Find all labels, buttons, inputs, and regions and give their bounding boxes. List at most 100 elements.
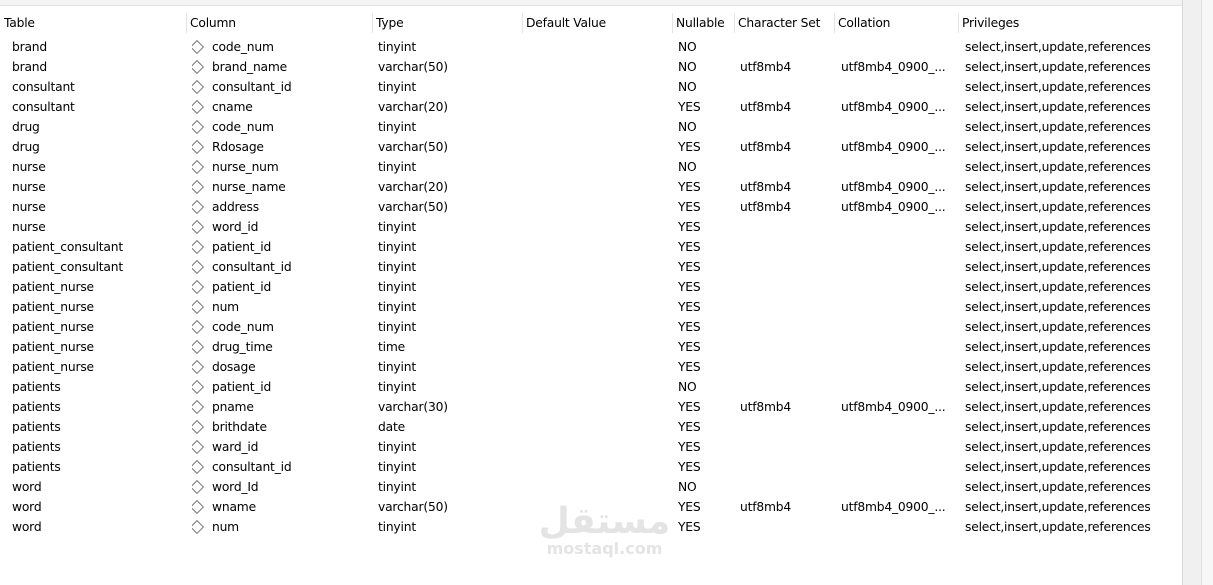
cell-character-set[interactable] <box>740 437 832 457</box>
cell-type[interactable]: varchar(20) <box>378 177 520 197</box>
cell-table[interactable]: consultant <box>12 97 184 117</box>
cell-column[interactable]: word_id <box>192 217 370 237</box>
cell-collation[interactable]: utf8mb4_0900_... <box>841 97 956 117</box>
cell-column[interactable]: consultant_id <box>192 457 370 477</box>
table-row[interactable]: nurse address varchar(50) YES utf8mb4 utf8mb4… <box>0 197 1182 217</box>
cell-type[interactable]: tinyint <box>378 37 520 57</box>
cell-default-value[interactable] <box>528 357 670 377</box>
table-row[interactable]: drug code_num tinyint NO select,insert,updat… <box>0 117 1182 137</box>
cell-table[interactable]: patient_nurse <box>12 357 184 377</box>
cell-collation[interactable] <box>841 257 956 277</box>
cell-column[interactable]: brand_name <box>192 57 370 77</box>
cell-collation[interactable]: utf8mb4_0900_... <box>841 497 956 517</box>
cell-table[interactable]: nurse <box>12 197 184 217</box>
cell-default-value[interactable] <box>528 437 670 457</box>
cell-privileges[interactable]: select,insert,update,references <box>965 317 1180 337</box>
cell-nullable[interactable]: NO <box>678 377 732 397</box>
cell-nullable[interactable]: YES <box>678 137 732 157</box>
cell-character-set[interactable] <box>740 117 832 137</box>
cell-collation[interactable] <box>841 117 956 137</box>
cell-collation[interactable] <box>841 477 956 497</box>
cell-table[interactable]: patients <box>12 377 184 397</box>
cell-table[interactable]: patient_nurse <box>12 337 184 357</box>
cell-nullable[interactable]: YES <box>678 217 732 237</box>
cell-collation[interactable]: utf8mb4_0900_... <box>841 57 956 77</box>
cell-character-set[interactable] <box>740 377 832 397</box>
cell-collation[interactable] <box>841 417 956 437</box>
cell-nullable[interactable]: YES <box>678 417 732 437</box>
cell-table[interactable]: nurse <box>12 217 184 237</box>
cell-default-value[interactable] <box>528 337 670 357</box>
cell-default-value[interactable] <box>528 297 670 317</box>
cell-default-value[interactable] <box>528 117 670 137</box>
table-row[interactable]: patients brithdate date YES select,insert,up… <box>0 417 1182 437</box>
cell-default-value[interactable] <box>528 137 670 157</box>
cell-type[interactable]: tinyint <box>378 257 520 277</box>
cell-collation[interactable] <box>841 277 956 297</box>
cell-privileges[interactable]: select,insert,update,references <box>965 397 1180 417</box>
cell-table[interactable]: nurse <box>12 177 184 197</box>
cell-default-value[interactable] <box>528 497 670 517</box>
cell-default-value[interactable] <box>528 217 670 237</box>
cell-table[interactable]: word <box>12 477 184 497</box>
cell-column[interactable]: patient_id <box>192 277 370 297</box>
table-row[interactable]: patient_consultant patient_id tinyint YES se… <box>0 237 1182 257</box>
cell-table[interactable]: patients <box>12 397 184 417</box>
cell-table[interactable]: nurse <box>12 157 184 177</box>
header-character-set[interactable]: Character Set <box>734 13 834 33</box>
cell-character-set[interactable] <box>740 337 832 357</box>
cell-collation[interactable]: utf8mb4_0900_... <box>841 197 956 217</box>
cell-character-set[interactable] <box>740 417 832 437</box>
cell-default-value[interactable] <box>528 457 670 477</box>
cell-table[interactable]: patient_consultant <box>12 237 184 257</box>
cell-table[interactable]: patient_nurse <box>12 297 184 317</box>
cell-type[interactable]: tinyint <box>378 217 520 237</box>
cell-character-set[interactable] <box>740 157 832 177</box>
header-privileges[interactable]: Privileges <box>958 13 1168 33</box>
table-row[interactable]: brand brand_name varchar(50) NO utf8mb4 utf8m… <box>0 57 1182 77</box>
cell-privileges[interactable]: select,insert,update,references <box>965 57 1180 77</box>
header-nullable[interactable]: Nullable <box>672 13 734 33</box>
cell-privileges[interactable]: select,insert,update,references <box>965 477 1180 497</box>
cell-collation[interactable] <box>841 517 956 537</box>
table-row[interactable]: consultant cname varchar(20) YES utf8mb4 utf8… <box>0 97 1182 117</box>
cell-privileges[interactable]: select,insert,update,references <box>965 257 1180 277</box>
cell-type[interactable]: varchar(50) <box>378 197 520 217</box>
cell-nullable[interactable]: YES <box>678 197 732 217</box>
cell-type[interactable]: tinyint <box>378 357 520 377</box>
cell-nullable[interactable]: YES <box>678 317 732 337</box>
cell-table[interactable]: patient_consultant <box>12 257 184 277</box>
cell-collation[interactable] <box>841 377 956 397</box>
cell-column[interactable]: wname <box>192 497 370 517</box>
cell-nullable[interactable]: YES <box>678 517 732 537</box>
cell-default-value[interactable] <box>528 517 670 537</box>
cell-table[interactable]: patients <box>12 437 184 457</box>
cell-nullable[interactable]: YES <box>678 257 732 277</box>
cell-column[interactable]: brithdate <box>192 417 370 437</box>
cell-nullable[interactable]: YES <box>678 337 732 357</box>
cell-table[interactable]: brand <box>12 37 184 57</box>
cell-privileges[interactable]: select,insert,update,references <box>965 237 1180 257</box>
table-row[interactable]: nurse word_id tinyint YES select,insert,upda… <box>0 217 1182 237</box>
cell-type[interactable]: varchar(50) <box>378 137 520 157</box>
cell-table[interactable]: patient_nurse <box>12 277 184 297</box>
cell-table[interactable]: patients <box>12 457 184 477</box>
cell-character-set[interactable] <box>740 517 832 537</box>
cell-type[interactable]: time <box>378 337 520 357</box>
cell-column[interactable]: pname <box>192 397 370 417</box>
table-row[interactable]: patient_consultant consultant_id tinyint YE… <box>0 257 1182 277</box>
cell-privileges[interactable]: select,insert,update,references <box>965 157 1180 177</box>
cell-column[interactable]: nurse_name <box>192 177 370 197</box>
cell-nullable[interactable]: YES <box>678 97 732 117</box>
table-row[interactable]: word word_Id tinyint NO select,insert,update… <box>0 477 1182 497</box>
cell-table[interactable]: consultant <box>12 77 184 97</box>
cell-privileges[interactable]: select,insert,update,references <box>965 417 1180 437</box>
cell-privileges[interactable]: select,insert,update,references <box>965 177 1180 197</box>
cell-nullable[interactable]: NO <box>678 37 732 57</box>
cell-column[interactable]: dosage <box>192 357 370 377</box>
cell-privileges[interactable]: select,insert,update,references <box>965 37 1180 57</box>
cell-type[interactable]: tinyint <box>378 297 520 317</box>
cell-privileges[interactable]: select,insert,update,references <box>965 117 1180 137</box>
table-row[interactable]: patient_nurse code_num tinyint YES select,in… <box>0 317 1182 337</box>
cell-type[interactable]: tinyint <box>378 517 520 537</box>
